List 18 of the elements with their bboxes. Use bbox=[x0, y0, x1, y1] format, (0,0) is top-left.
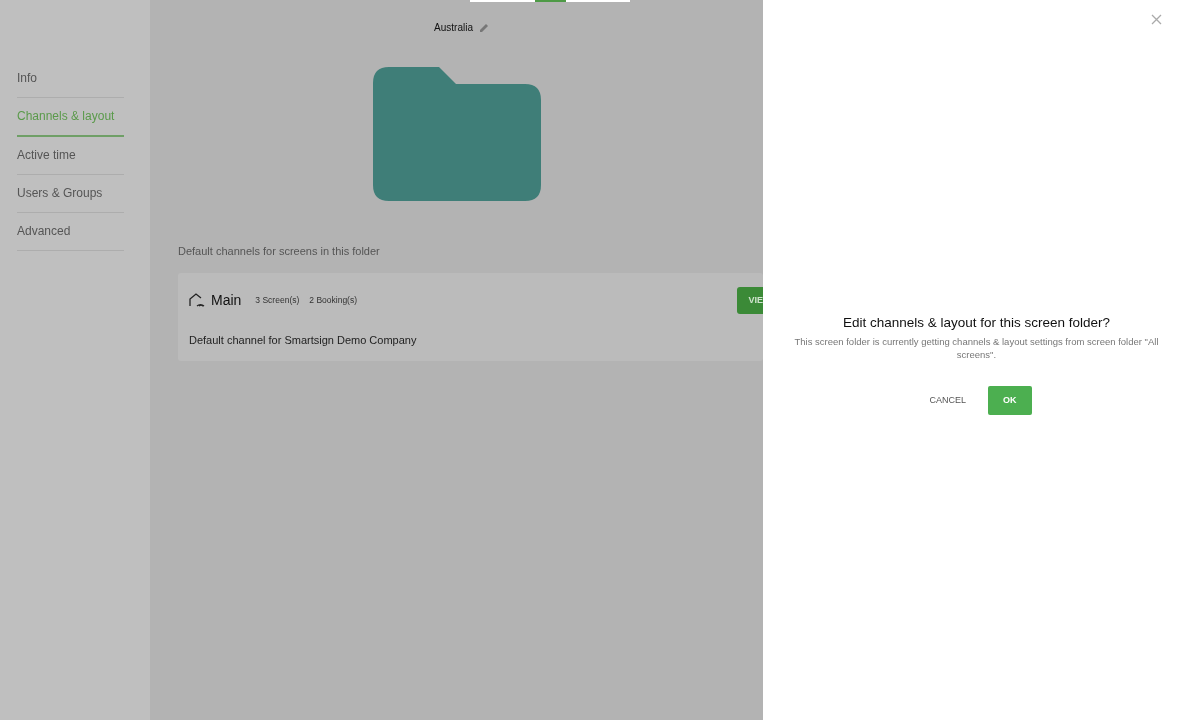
channel-name: Main bbox=[211, 290, 242, 310]
sidebar-item[interactable]: Advanced bbox=[17, 213, 124, 251]
folder-icon bbox=[372, 67, 541, 201]
booking-count: 2 Booking(s) bbox=[309, 293, 357, 307]
dialog-message: This screen folder is currently getting channels & layout settings from screen folder "All screens". bbox=[793, 335, 1160, 362]
screen-count: 3 Screen(s) bbox=[255, 293, 300, 307]
sidebar-item[interactable]: Info bbox=[17, 60, 124, 98]
close-icon[interactable] bbox=[1151, 14, 1162, 25]
section-heading: Default channels for screens in this folder bbox=[178, 244, 381, 259]
sidebar-item[interactable]: Users & Groups bbox=[17, 175, 124, 213]
ok-button[interactable]: OK bbox=[988, 385, 1032, 416]
view-button[interactable]: VIE bbox=[737, 286, 763, 314]
channel-description: Default channel for Smartsign Demo Company bbox=[189, 333, 418, 348]
pencil-icon[interactable] bbox=[478, 22, 489, 33]
folder-name: Australia bbox=[434, 21, 473, 35]
cancel-button[interactable]: CANCEL bbox=[921, 385, 974, 416]
sidebar-item[interactable]: Active time bbox=[17, 137, 124, 175]
dialog-title: Edit channels & layout for this screen folder? bbox=[842, 313, 1111, 332]
